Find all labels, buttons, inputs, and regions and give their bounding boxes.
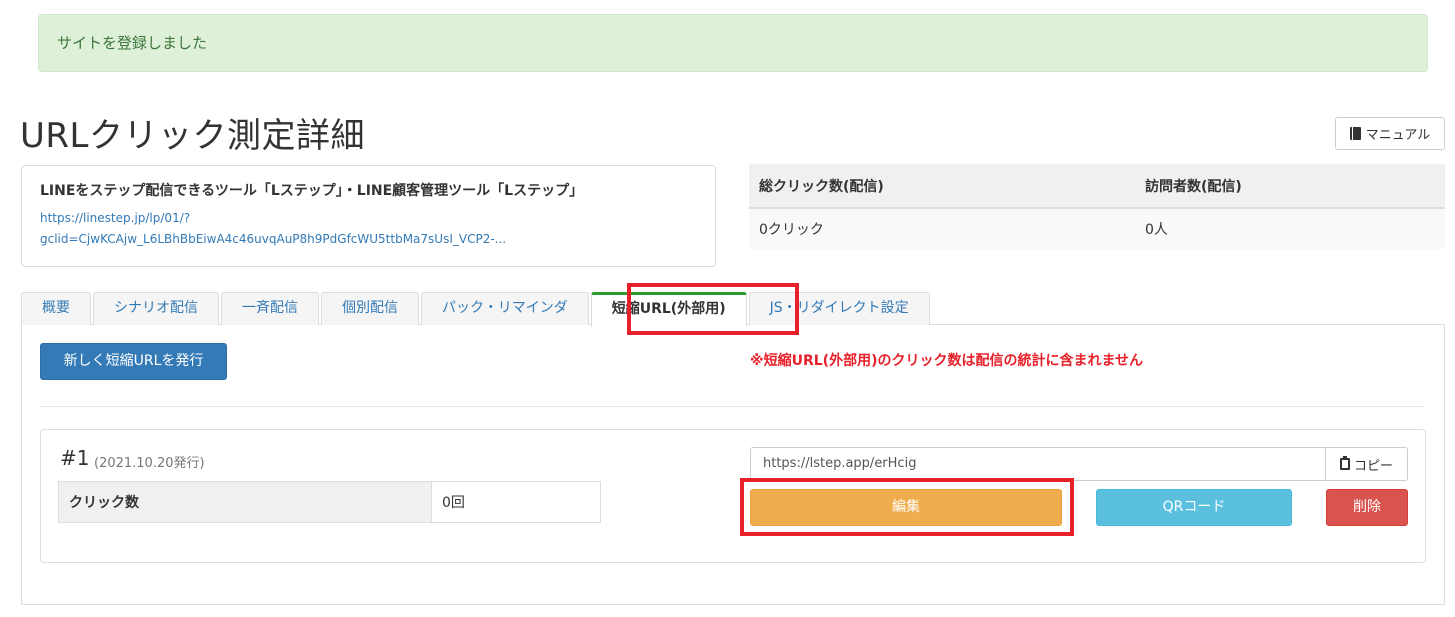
success-alert: サイトを登録しました [38, 14, 1428, 72]
stats-value-visitors: 0人 [1135, 208, 1445, 249]
copy-button-label: コピー [1353, 458, 1393, 474]
item-number: #1 [60, 446, 90, 470]
book-icon [1349, 127, 1361, 140]
site-url-line-2[interactable]: gclid=CjwKCAjw_L6LBhBbEiwA4c46uvqAuP8h9P… [40, 229, 697, 250]
item-issue-date: (2021.10.20発行) [94, 456, 205, 471]
site-name: LINEをステップ配信できるツール「Lステップ」・LINE顧客管理ツール「Lステ… [40, 183, 584, 199]
tab-pack-reminder[interactable]: パック・リマインダ [421, 292, 589, 325]
click-count-value: 0回 [431, 481, 601, 523]
short-url-warning: ※短縮URL(外部用)のクリック数は配信の統計に含まれません [750, 353, 1144, 369]
tab-overview[interactable]: 概要 [21, 292, 91, 325]
tab-short-url[interactable]: 短縮URL(外部用) [590, 292, 747, 327]
manual-button[interactable]: マニュアル [1335, 117, 1445, 150]
short-url-field[interactable]: https://lstep.app/erHcig [750, 447, 1326, 481]
manual-button-label: マニュアル [1365, 128, 1431, 143]
page-title: URLクリック測定詳細 [20, 116, 365, 156]
copy-button[interactable]: コピー [1325, 447, 1408, 481]
qr-code-button[interactable]: QRコード [1096, 489, 1292, 526]
stats-value-total-clicks: 0クリック [749, 208, 1135, 249]
stats-table: 総クリック数(配信) 訪問者数(配信) 0クリック 0人 [749, 164, 1445, 249]
stats-header-total-clicks: 総クリック数(配信) [749, 164, 1135, 209]
delete-button[interactable]: 削除 [1326, 489, 1408, 526]
site-url-line-1[interactable]: https://linestep.jp/lp/01/? [40, 208, 697, 229]
click-count-table: クリック数 0回 [58, 481, 601, 523]
click-count-label: クリック数 [58, 481, 432, 523]
tab-bar: 概要 シナリオ配信 一斉配信 個別配信 パック・リマインダ 短縮URL(外部用)… [21, 292, 932, 327]
stats-header-visitors: 訪問者数(配信) [1135, 164, 1445, 209]
tab-broadcast[interactable]: 一斉配信 [221, 292, 319, 325]
edit-button[interactable]: 編集 [750, 489, 1062, 526]
tab-individual[interactable]: 個別配信 [321, 292, 419, 325]
clipboard-icon [1339, 456, 1350, 470]
tab-scenario[interactable]: シナリオ配信 [93, 292, 219, 325]
issue-short-url-button[interactable]: 新しく短縮URLを発行 [40, 343, 227, 380]
site-info-panel: LINEをステップ配信できるツール「Lステップ」・LINE顧客管理ツール「Lステ… [21, 165, 716, 267]
tab-js-redirect[interactable]: JS・リダイレクト設定 [748, 292, 930, 325]
divider [40, 406, 1425, 407]
